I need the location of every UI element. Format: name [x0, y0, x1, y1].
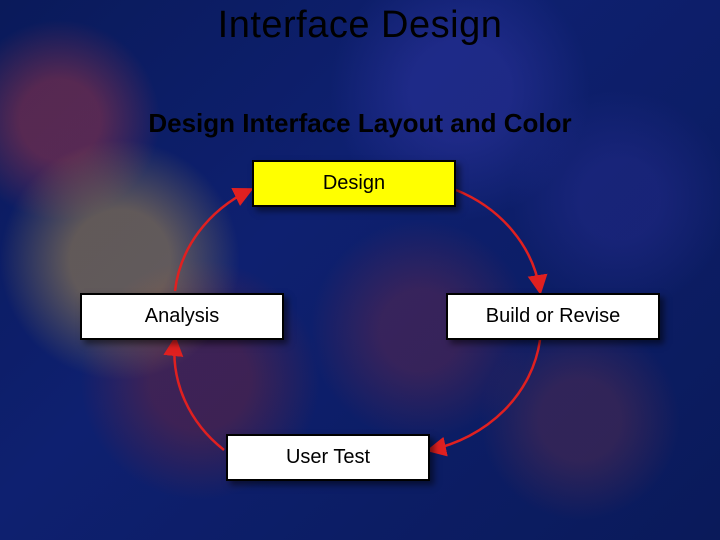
node-analysis: Analysis — [80, 293, 284, 340]
slide: Interface Design Design Interface Layout… — [0, 0, 720, 540]
arrow-design-to-build — [456, 190, 540, 291]
arrow-build-to-usertest — [430, 340, 540, 450]
slide-subtitle: Design Interface Layout and Color — [0, 108, 720, 139]
node-build: Build or Revise — [446, 293, 660, 340]
arrow-analysis-to-design — [175, 190, 250, 291]
node-usertest: User Test — [226, 434, 430, 481]
slide-title: Interface Design — [0, 4, 720, 47]
node-design: Design — [252, 160, 456, 207]
arrow-usertest-to-analysis — [174, 340, 224, 450]
